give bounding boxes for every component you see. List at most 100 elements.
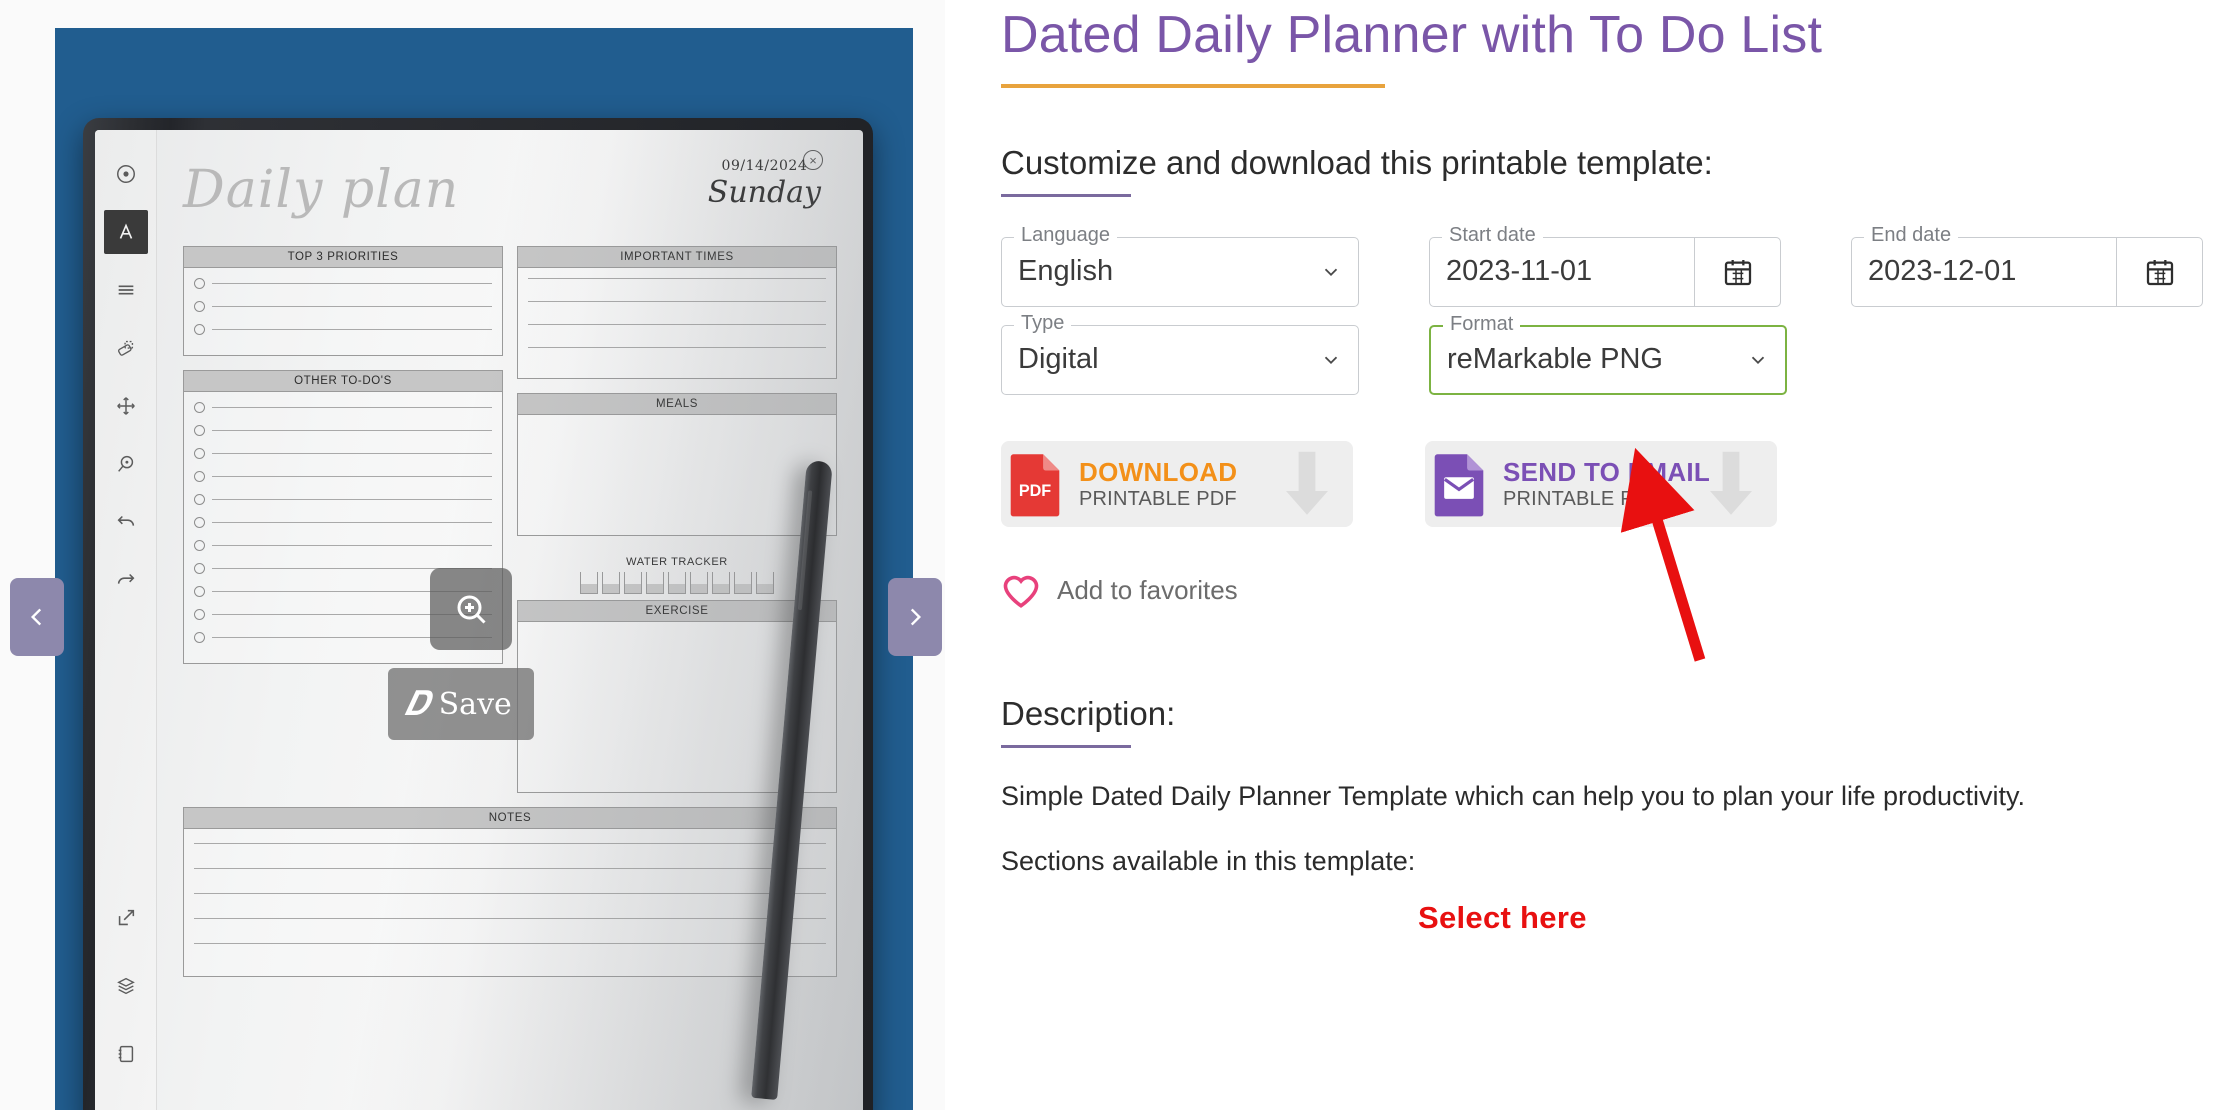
todo-item	[194, 517, 492, 528]
download-button-text: DOWNLOAD PRINTABLE PDF	[1069, 457, 1353, 511]
move-icon	[104, 384, 148, 428]
end-date-calendar-button[interactable]	[2116, 237, 2202, 306]
checkbox-icon	[194, 278, 205, 289]
write-line	[212, 522, 492, 523]
customize-form: Language English Start date 2023-11-01 E…	[1001, 224, 2203, 395]
write-line	[528, 347, 826, 348]
calendar-icon	[1724, 259, 1751, 285]
write-line	[212, 453, 492, 454]
todo-item	[194, 301, 492, 312]
water-glasses	[517, 572, 837, 600]
email-primary-label: SEND TO EMAIL	[1503, 456, 1711, 487]
planner-header: Daily plan × 09/14/2024 Sunday	[183, 150, 837, 246]
page-title: Dated Daily Planner with To Do List	[1001, 6, 1823, 64]
description-heading: Description:	[1001, 694, 1176, 732]
carousel-prev-button[interactable]	[10, 578, 64, 656]
product-details: Dated Daily Planner with To Do List Cust…	[945, 0, 2232, 1110]
add-to-favorites-button[interactable]: Add to favorites	[1001, 573, 2203, 609]
notebook-icon	[104, 1032, 148, 1076]
email-secondary-label: PRINTABLE PDF	[1503, 487, 1661, 510]
checkbox-icon	[194, 540, 205, 551]
checkbox-icon	[194, 471, 205, 482]
svg-text:PDF: PDF	[1019, 482, 1051, 500]
write-line	[212, 476, 492, 477]
pdf-file-icon: PDF	[1001, 441, 1069, 527]
product-page: Daily plan × 09/14/2024 Sunday TOP 3 PRI…	[0, 0, 2232, 1110]
form-row-2: Type Digital Format reMarkable PNG	[1001, 312, 2203, 395]
checkbox-icon	[194, 301, 205, 312]
write-line	[528, 278, 826, 279]
checkbox-icon	[194, 609, 205, 620]
pinterest-icon: 𝑫	[404, 684, 429, 724]
envelope-icon	[1434, 454, 1484, 517]
section-body	[184, 268, 502, 355]
email-file-icon	[1425, 441, 1493, 527]
write-line	[194, 843, 826, 844]
action-buttons: PDF DOWNLOAD PRINTABLE PDF SEND TO EMAIL…	[1001, 440, 2203, 527]
carousel-next-button[interactable]	[888, 578, 942, 656]
chevron-down-icon	[1320, 349, 1342, 371]
expand-icon	[104, 896, 148, 940]
start-date-field[interactable]: Start date 2023-11-01	[1429, 224, 1781, 307]
favorites-label: Add to favorites	[1057, 575, 1238, 606]
section-body	[518, 268, 836, 378]
eraser-icon	[104, 326, 148, 370]
checkbox-icon	[194, 494, 205, 505]
clock-icon	[104, 152, 148, 196]
write-line	[212, 407, 492, 408]
email-button-text: SEND TO EMAIL PRINTABLE PDF	[1493, 457, 1777, 511]
water-glass-icon	[734, 572, 752, 594]
type-value: Digital	[1018, 343, 1099, 376]
end-date-label: End date	[1864, 224, 1959, 245]
customize-heading: Customize and download this printable te…	[1001, 143, 1713, 181]
calendar-icon	[2146, 259, 2173, 285]
water-glass-icon	[624, 572, 642, 594]
write-line	[528, 324, 826, 325]
todo-item	[194, 425, 492, 436]
write-line	[212, 430, 492, 431]
zoom-preview-button[interactable]	[430, 568, 512, 650]
write-line	[194, 893, 826, 894]
heart-icon	[1003, 575, 1039, 608]
language-select[interactable]: Language English	[1001, 224, 1359, 307]
lines-icon	[104, 268, 148, 312]
end-date-field[interactable]: End date 2023-12-01	[1851, 224, 2203, 307]
section-body	[184, 829, 836, 976]
type-select[interactable]: Type Digital	[1001, 312, 1359, 395]
zoom-icon	[104, 442, 148, 486]
checkbox-icon	[194, 632, 205, 643]
description-paragraph-2: Sections available in this template:	[1001, 846, 1416, 877]
planner-date: 09/14/2024	[721, 158, 808, 174]
format-select[interactable]: Format reMarkable PNG	[1429, 313, 1787, 395]
start-date-calendar-button[interactable]	[1694, 237, 1780, 306]
download-pdf-button[interactable]: PDF DOWNLOAD PRINTABLE PDF	[1001, 440, 1353, 527]
write-line	[212, 545, 492, 546]
pinterest-save-button[interactable]: 𝑫 Save	[388, 668, 534, 740]
image-gallery: Daily plan × 09/14/2024 Sunday TOP 3 PRI…	[0, 0, 945, 1110]
section-title: EXERCISE	[518, 601, 836, 622]
water-glass-icon	[690, 572, 708, 594]
write-line	[194, 868, 826, 869]
todo-item	[194, 471, 492, 482]
chevron-right-icon	[910, 608, 922, 626]
language-label: Language	[1014, 224, 1117, 245]
form-row-1: Language English Start date 2023-11-01 E…	[1001, 224, 2203, 307]
planner-date-block: 09/14/2024 Sunday	[708, 158, 821, 210]
undo-icon	[104, 500, 148, 544]
write-line	[212, 329, 492, 330]
checkbox-icon	[194, 425, 205, 436]
water-glass-icon	[712, 572, 730, 594]
remarkable-toolbar	[95, 130, 157, 1110]
todo-item	[194, 324, 492, 335]
section-title: TOP 3 PRIORITIES	[184, 247, 502, 268]
pdf-icon: PDF	[1010, 454, 1060, 517]
checkbox-icon	[194, 586, 205, 597]
remarkable-toolbar-bottom	[95, 896, 157, 1076]
send-to-email-button[interactable]: SEND TO EMAIL PRINTABLE PDF	[1425, 440, 1777, 527]
download-primary-label: DOWNLOAD	[1079, 456, 1238, 487]
description-underline	[1001, 744, 1131, 748]
section-title: OTHER TO-DO'S	[184, 371, 502, 392]
write-line	[194, 943, 826, 944]
format-value: reMarkable PNG	[1447, 343, 1663, 376]
checkbox-icon	[194, 402, 205, 413]
